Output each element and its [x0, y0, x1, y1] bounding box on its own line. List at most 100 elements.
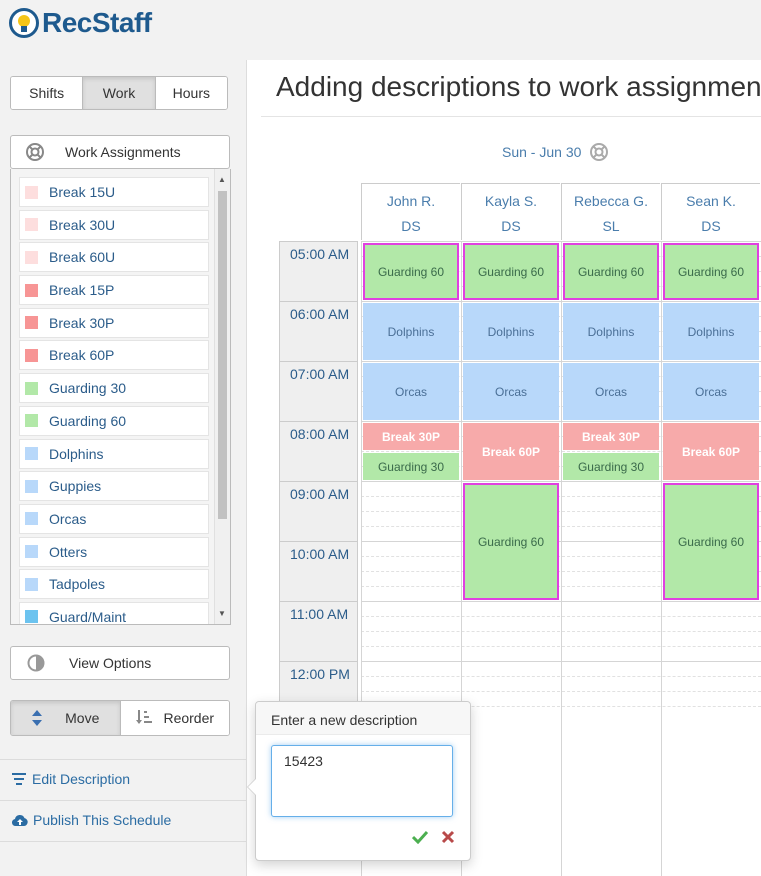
view-tabs: Shifts Work Hours [10, 76, 228, 110]
work-assignment-item[interactable]: Guppies [19, 471, 209, 502]
scroll-up-icon[interactable]: ▲ [218, 175, 226, 184]
assignment-block[interactable]: Dolphins [463, 303, 559, 360]
sidebar: RecStaff Shifts Work Hours Work Assignme… [0, 0, 246, 876]
assignment-block[interactable]: Dolphins [363, 303, 459, 360]
work-assignment-label: Tadpoles [49, 576, 106, 593]
reorder-button[interactable]: Reorder [120, 701, 229, 735]
staff-name: John R. [386, 193, 436, 209]
work-assignment-label: Break 60U [49, 249, 116, 266]
work-assignment-item[interactable]: Break 60U [19, 242, 209, 273]
staff-name: Sean K. [686, 193, 736, 209]
list-scrollbar[interactable]: ▲ ▼ [214, 169, 230, 624]
staff-role: DS [501, 218, 521, 234]
work-assignment-label: Dolphins [49, 445, 104, 462]
work-assignment-item[interactable]: Guarding 60 [19, 405, 209, 436]
time-label: 10:00 AM [279, 541, 358, 601]
color-swatch [25, 447, 38, 460]
edit-description-link[interactable]: Edit Description [12, 771, 130, 787]
assignment-block[interactable]: Orcas [563, 363, 659, 420]
confirm-button[interactable] [411, 830, 429, 849]
assignment-block[interactable]: Guarding 60 [363, 243, 459, 300]
assignment-block[interactable]: Guarding 60 [663, 483, 759, 600]
work-assignment-label: Break 30P [49, 314, 115, 331]
cancel-button[interactable] [441, 830, 455, 849]
align-center-icon [12, 773, 26, 785]
color-swatch [25, 250, 38, 264]
work-assignment-label: Otters [49, 543, 88, 560]
reorder-label: Reorder [163, 710, 215, 726]
work-assignment-label: Break 15P [49, 282, 115, 299]
column-line [561, 241, 562, 876]
scroll-down-icon[interactable]: ▼ [218, 609, 226, 618]
time-label: 11:00 AM [279, 601, 358, 661]
cloud-upload-icon [12, 814, 28, 826]
work-assignment-label: Orcas [49, 510, 87, 527]
scroll-thumb[interactable] [218, 191, 227, 519]
work-assignments-label: Work Assignments [65, 144, 181, 160]
assignment-block[interactable]: Guarding 60 [463, 483, 559, 600]
color-swatch [25, 479, 38, 493]
brand-logo[interactable]: RecStaff [8, 6, 152, 40]
assignment-block[interactable]: Dolphins [563, 303, 659, 360]
brand-name: RecStaff [42, 7, 152, 38]
color-swatch [25, 512, 38, 526]
view-options-label: View Options [69, 655, 152, 671]
work-assignment-item[interactable]: Guard/Maint [19, 601, 209, 624]
contrast-icon [27, 654, 45, 672]
color-swatch [25, 577, 38, 591]
assignment-block[interactable]: Guarding 30 [363, 453, 459, 480]
assignment-block[interactable]: Break 30P [563, 423, 659, 450]
staff-column-header[interactable]: Rebecca G. SL [561, 183, 660, 240]
mode-toggle: Move Reorder [10, 700, 230, 736]
assignment-block[interactable]: Guarding 60 [563, 243, 659, 300]
tab-work[interactable]: Work [83, 77, 156, 109]
work-assignment-item[interactable]: Break 30P [19, 307, 209, 338]
view-options-button[interactable]: View Options [10, 646, 230, 680]
description-popover: Enter a new description [247, 701, 471, 861]
column-line [661, 241, 662, 876]
assignment-block[interactable]: Orcas [463, 363, 559, 420]
work-assignment-label: Guarding 30 [49, 380, 127, 397]
work-assignment-item[interactable]: Break 30U [19, 209, 209, 240]
staff-role: DS [401, 218, 421, 234]
color-swatch [25, 316, 38, 330]
time-label: 08:00 AM [279, 421, 358, 481]
assignment-block[interactable]: Break 60P [463, 423, 559, 480]
color-swatch [25, 348, 38, 362]
work-assignments-toggle[interactable]: Work Assignments [10, 135, 230, 169]
assignment-block[interactable]: Orcas [663, 363, 759, 420]
assignment-block[interactable]: Guarding 60 [463, 243, 559, 300]
assignment-block[interactable]: Guarding 60 [663, 243, 759, 300]
work-assignment-item[interactable]: Break 15U [19, 177, 209, 207]
tab-hours[interactable]: Hours [155, 77, 227, 109]
staff-column-header[interactable]: John R. DS [361, 183, 460, 240]
work-assignment-item[interactable]: Break 15P [19, 275, 209, 306]
tab-shifts[interactable]: Shifts [11, 77, 84, 109]
staff-column-header[interactable]: Sean K. DS [661, 183, 760, 240]
work-assignment-label: Guarding 60 [49, 412, 127, 429]
staff-column-header[interactable]: Kayla S. DS [461, 183, 560, 240]
sort-amount-icon [136, 710, 153, 724]
assignment-block[interactable]: Break 60P [663, 423, 759, 480]
work-assignment-item[interactable]: Break 60P [19, 340, 209, 371]
check-icon [411, 830, 429, 845]
work-assignment-label: Guppies [49, 478, 102, 495]
assignment-block[interactable]: Break 30P [363, 423, 459, 450]
assignment-block[interactable]: Orcas [363, 363, 459, 420]
time-label: 07:00 AM [279, 361, 358, 421]
publish-schedule-link[interactable]: Publish This Schedule [12, 812, 171, 828]
staff-role: SL [602, 218, 620, 234]
color-swatch [25, 283, 38, 297]
move-button[interactable]: Move [11, 701, 121, 735]
assignment-block[interactable]: Dolphins [663, 303, 759, 360]
time-label: 05:00 AM [279, 241, 358, 301]
work-assignment-item[interactable]: Tadpoles [19, 569, 209, 600]
lifebuoy-icon [26, 143, 44, 161]
work-assignment-item[interactable]: Dolphins [19, 438, 209, 469]
assignment-block[interactable]: Guarding 30 [563, 453, 659, 480]
work-assignment-item[interactable]: Orcas [19, 503, 209, 534]
work-assignment-item[interactable]: Otters [19, 536, 209, 567]
description-input[interactable] [271, 745, 453, 817]
work-assignment-label: Break 60P [49, 347, 115, 364]
work-assignment-item[interactable]: Guarding 30 [19, 373, 209, 404]
